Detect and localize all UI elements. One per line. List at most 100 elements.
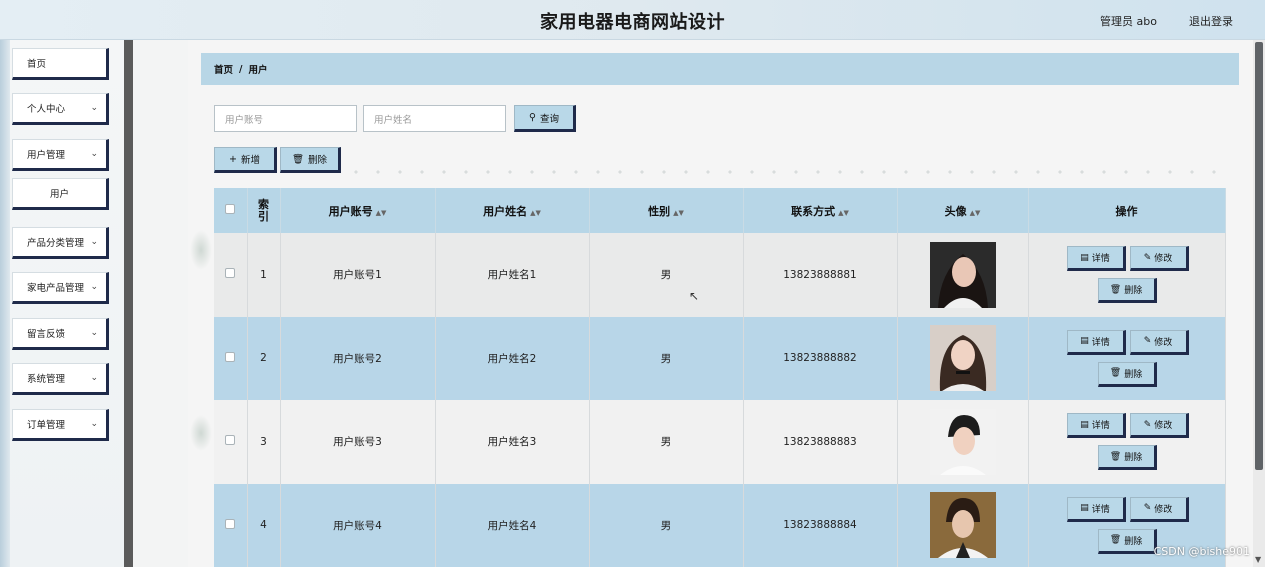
trash-icon: 🗑 (1109, 368, 1122, 379)
row-gender: 男 (589, 483, 744, 567)
row-avatar-cell (897, 483, 1029, 567)
add-button[interactable]: + 新增 (214, 147, 277, 173)
row-index: 3 (247, 400, 281, 484)
delete-button[interactable]: 🗑 删除 (1097, 445, 1157, 471)
row-checkbox[interactable] (225, 518, 236, 529)
detail-button[interactable]: ▤ 详情 (1066, 329, 1126, 355)
edit-button[interactable]: ✎ 修改 (1129, 496, 1189, 522)
document-icon: ▤ (1080, 503, 1089, 514)
sidebar-divider (124, 40, 133, 567)
sidebar-item-feedback[interactable]: 留言反馈 ⌄ (12, 318, 109, 350)
decorative-leaf (190, 415, 212, 451)
avatar (929, 492, 996, 559)
row-avatar-cell (897, 316, 1029, 400)
table-header-row: 索引 用户账号 ▲▼ 用户姓名 ▲▼ 性别 ▲▼ 联系方式 ▲▼ 头像 ▲▼ 操作 (214, 188, 1226, 233)
header-phone[interactable]: 联系方式 ▲▼ (743, 188, 898, 233)
sidebar-item-label: 用户管理 (27, 150, 66, 161)
query-button[interactable]: ⚲ 查询 (514, 105, 576, 132)
edit-button[interactable]: ✎ 修改 (1129, 246, 1189, 272)
chevron-down-icon: ⌄ (90, 328, 98, 338)
sidebar-item-personal-center[interactable]: 个人中心 ⌄ (12, 93, 109, 125)
chevron-down-icon: ⌄ (90, 282, 98, 292)
trash-icon: 🗑 (291, 153, 305, 165)
detail-button[interactable]: ▤ 详情 (1066, 496, 1126, 522)
watermark: CSDN @bishe901 (1153, 545, 1250, 558)
pencil-icon: ✎ (1143, 252, 1152, 263)
detail-button[interactable]: ▤ 详情 (1066, 246, 1126, 272)
delete-button[interactable]: 🗑 删除 (1097, 528, 1157, 554)
sidebar-item-label: 用户 (49, 189, 69, 200)
row-checkbox[interactable] (225, 435, 236, 446)
row-avatar-cell (897, 233, 1029, 317)
edit-button[interactable]: ✎ 修改 (1129, 413, 1189, 439)
user-account-input[interactable]: 用户账号 (214, 105, 357, 132)
sidebar-decoration (0, 40, 10, 567)
row-gender: 男 (589, 316, 744, 400)
header-ops: 操作 (1028, 188, 1226, 233)
delete-button[interactable]: 🗑 删除 (1097, 361, 1157, 387)
delete-button[interactable]: 🗑 删除 (1097, 278, 1157, 304)
sort-icon[interactable]: ▲▼ (970, 209, 981, 217)
sidebar-item-label: 首页 (27, 59, 47, 70)
chevron-down-icon: ⌄ (90, 103, 98, 113)
sidebar-item-label: 产品分类管理 (27, 238, 85, 249)
sidebar-item-home[interactable]: 首页 (12, 48, 109, 80)
row-ops-cell: ▤ 详情 ✎ 修改 🗑 删除 (1028, 400, 1226, 484)
trash-icon: 🗑 (1109, 535, 1122, 546)
breadcrumb-home[interactable]: 首页 (214, 62, 233, 76)
row-select-cell[interactable] (214, 400, 248, 484)
table-row: 2 用户账号2 用户姓名2 男 13823888882 ▤ 详情 ✎ 修改 🗑 删除 (214, 316, 1226, 400)
row-actions: ▤ 详情 ✎ 修改 🗑 删除 (1029, 400, 1225, 483)
select-all-checkbox[interactable] (225, 204, 236, 214)
row-select-cell[interactable] (214, 233, 248, 317)
row-phone: 13823888883 (743, 400, 898, 484)
document-icon: ▤ (1080, 336, 1089, 347)
chevron-down-icon: ⌄ (90, 149, 98, 159)
sidebar-item-order-management[interactable]: 订单管理 ⌄ (12, 409, 109, 441)
header-account[interactable]: 用户账号 ▲▼ (280, 188, 436, 233)
sidebar-item-category-management[interactable]: 产品分类管理 ⌄ (12, 227, 109, 259)
search-icon: ⚲ (529, 112, 536, 123)
sort-icon[interactable]: ▲▼ (376, 209, 387, 217)
row-actions: ▤ 详情 ✎ 修改 🗑 删除 (1029, 317, 1225, 400)
header-avatar[interactable]: 头像 ▲▼ (897, 188, 1029, 233)
sidebar-item-label: 系统管理 (27, 374, 66, 385)
row-select-cell[interactable] (214, 483, 248, 567)
edit-button[interactable]: ✎ 修改 (1129, 329, 1189, 355)
decorative-leaf (190, 230, 212, 270)
row-avatar-cell (897, 400, 1029, 484)
pencil-icon: ✎ (1143, 419, 1152, 430)
sidebar-item-system-management[interactable]: 系统管理 ⌄ (12, 363, 109, 395)
user-name-input[interactable]: 用户姓名 (363, 105, 506, 132)
row-account: 用户账号3 (280, 400, 436, 484)
sidebar-item-product-management[interactable]: 家电产品管理 ⌄ (12, 272, 109, 304)
scroll-down-arrow-icon[interactable]: ▼ (1255, 555, 1261, 564)
trash-icon: 🗑 (1109, 451, 1122, 462)
select-all-cell[interactable] (214, 188, 248, 233)
logout-link[interactable]: 退出登录 (1189, 13, 1233, 29)
header-gender[interactable]: 性别 ▲▼ (589, 188, 744, 233)
row-actions: ▤ 详情 ✎ 修改 🗑 删除 (1029, 233, 1225, 316)
chevron-down-icon: ⌄ (90, 419, 98, 429)
header-name[interactable]: 用户姓名 ▲▼ (435, 188, 590, 233)
sidebar-item-users[interactable]: 用户 (12, 178, 109, 210)
site-title: 家用电器电商网站设计 (540, 12, 725, 33)
row-select-cell[interactable] (214, 316, 248, 400)
row-checkbox[interactable] (225, 268, 236, 279)
row-index: 4 (247, 483, 281, 567)
row-checkbox[interactable] (225, 351, 236, 362)
document-icon: ▤ (1080, 252, 1089, 263)
row-account: 用户账号1 (280, 233, 436, 317)
vertical-scrollbar[interactable] (1253, 40, 1265, 567)
row-phone: 13823888882 (743, 316, 898, 400)
avatar (929, 325, 996, 392)
row-index: 2 (247, 316, 281, 400)
batch-delete-button[interactable]: 🗑 删除 (280, 147, 341, 173)
detail-button[interactable]: ▤ 详情 (1066, 413, 1126, 439)
sort-icon[interactable]: ▲▼ (838, 209, 849, 217)
sort-icon[interactable]: ▲▼ (673, 209, 684, 217)
sidebar-item-user-management[interactable]: 用户管理 ⌄ (12, 139, 109, 171)
scrollbar-thumb[interactable] (1255, 42, 1263, 470)
sort-icon[interactable]: ▲▼ (530, 209, 541, 217)
row-name: 用户姓名4 (435, 483, 590, 567)
